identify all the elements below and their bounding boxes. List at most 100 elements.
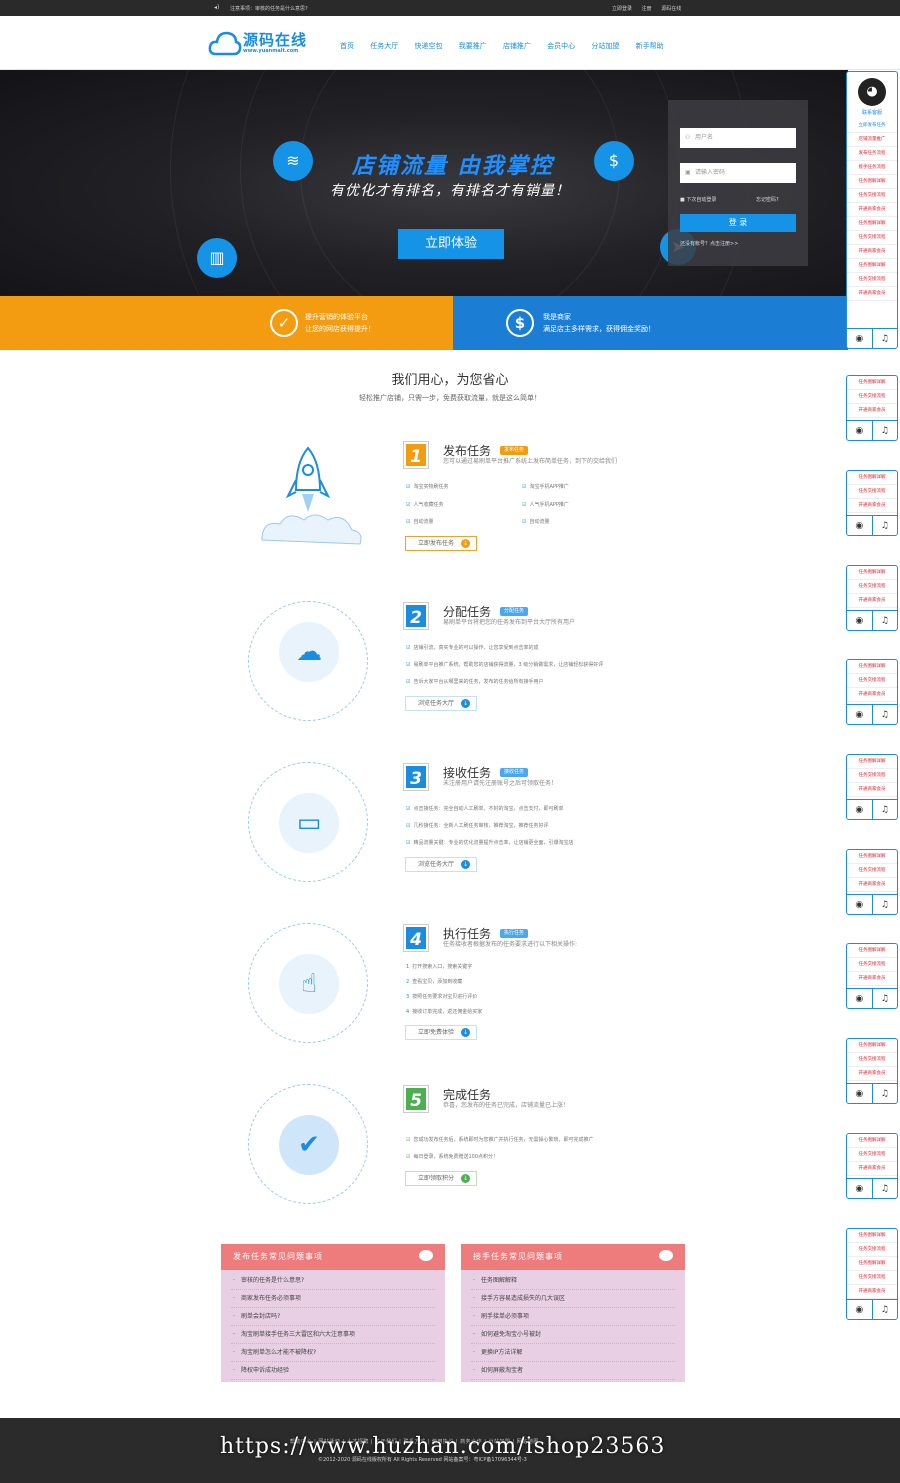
nav-home[interactable]: 首页: [340, 42, 354, 50]
weibo-icon[interactable]: ◉: [847, 611, 873, 630]
qq-penguin-icon[interactable]: ◕: [858, 78, 886, 106]
register-link[interactable]: 注册: [642, 6, 652, 12]
side-link[interactable]: 任务交接流程: [847, 958, 897, 972]
free-trial-button[interactable]: 立即免费体验 ↓: [405, 1025, 478, 1040]
side-link[interactable]: 任务图解详解: [847, 376, 897, 390]
side-link[interactable]: 开通商家会员: [847, 878, 897, 892]
side-link[interactable]: 立即发布任务: [847, 119, 897, 133]
site-link[interactable]: 源码在线: [661, 6, 681, 12]
side-link[interactable]: 接手任务流程: [847, 161, 897, 175]
forgot-password-link[interactable]: 忘记密码?: [756, 196, 779, 203]
bell-icon[interactable]: ♫: [873, 800, 898, 819]
faq-item[interactable]: 如何屏蔽淘宝者: [471, 1362, 675, 1380]
side-link[interactable]: 开通商家会员: [847, 404, 897, 418]
side-link[interactable]: 任务图解详解: [847, 755, 897, 769]
nav-task-hall[interactable]: 任务大厅: [370, 42, 398, 50]
bell-icon[interactable]: ♫: [873, 989, 898, 1008]
weibo-icon[interactable]: ◉: [847, 421, 873, 440]
side-link[interactable]: 任务图解详解: [847, 471, 897, 485]
side-link[interactable]: 开通商家会员: [847, 783, 897, 797]
side-link[interactable]: 开通商家会员: [847, 1067, 897, 1081]
side-link[interactable]: 任务图解详解: [847, 1039, 897, 1053]
side-link[interactable]: 任务图解详解: [847, 259, 897, 273]
side-link[interactable]: 发布任务流程: [847, 147, 897, 161]
nav-member[interactable]: 会员中心: [547, 42, 575, 50]
faq-item[interactable]: 淘宝刷单怎么才能不被降权?: [231, 1344, 435, 1362]
username-input[interactable]: ⚇ 用户名: [680, 128, 796, 148]
faq-item[interactable]: 如何避免淘宝小号被封: [471, 1326, 675, 1344]
side-link[interactable]: 任务交接流程: [847, 580, 897, 594]
side-link[interactable]: 任务图解详解: [847, 175, 897, 189]
seller-strip[interactable]: $ 我是商家 满足店主多样需求，获得佣金奖励！: [453, 296, 848, 350]
weibo-icon[interactable]: ◉: [847, 1300, 873, 1319]
logo[interactable]: 源码在线 www.yuanmalt.com: [208, 28, 318, 60]
bell-icon[interactable]: ♫: [873, 1300, 898, 1319]
faq-item[interactable]: 淘宝刷单接手任务三大雷区和六大注意事项: [231, 1326, 435, 1344]
service-label[interactable]: 联系客服: [847, 109, 897, 116]
faq-item[interactable]: 任务图解解释: [471, 1272, 675, 1290]
bell-icon[interactable]: ♫: [873, 1179, 898, 1198]
side-link[interactable]: 任务交接流程: [847, 769, 897, 783]
side-link[interactable]: 开通商家会员: [847, 245, 897, 259]
side-link[interactable]: 任务交接流程: [847, 1271, 897, 1285]
weibo-icon[interactable]: ◉: [847, 1179, 873, 1198]
weibo-icon[interactable]: ◉: [847, 800, 873, 819]
side-link[interactable]: 任务图解详解: [847, 660, 897, 674]
top-notice[interactable]: 注意事项：审核的任务是什么意思?: [230, 5, 308, 12]
side-link[interactable]: 任务图解详解: [847, 566, 897, 580]
browse-task-hall-button[interactable]: 浏览任务大厅 ↓: [405, 857, 478, 872]
login-link[interactable]: 立即登录: [612, 6, 632, 12]
claim-points-button[interactable]: 立即领取积分 ↓: [405, 1171, 478, 1186]
side-link[interactable]: 任务交接流程: [847, 189, 897, 203]
merchant-strip[interactable]: ✓ 提升营销的体验平台 让您的网店获得提升！: [0, 296, 453, 350]
side-link[interactable]: 任务图解详解: [847, 850, 897, 864]
nav-franchise[interactable]: 分站加盟: [591, 42, 619, 50]
faq-item[interactable]: 刷手接单必须事项: [471, 1308, 675, 1326]
weibo-icon[interactable]: ◉: [847, 1084, 873, 1103]
side-link[interactable]: 任务图解详解: [847, 944, 897, 958]
side-link[interactable]: 开通商家会员: [847, 1285, 897, 1299]
browse-task-hall-button[interactable]: 浏览任务大厅 ↓: [405, 696, 478, 711]
bell-icon[interactable]: ♫: [873, 1084, 898, 1103]
bell-icon[interactable]: ♫: [873, 329, 898, 348]
side-link[interactable]: 开通商家会员: [847, 287, 897, 301]
nav-promote[interactable]: 我要推广: [459, 42, 487, 50]
weibo-icon[interactable]: ◉: [847, 705, 873, 724]
side-link[interactable]: 任务图解详解: [847, 1134, 897, 1148]
nav-help[interactable]: 新手帮助: [636, 42, 664, 50]
faq-item[interactable]: 刷单会封店吗?: [231, 1308, 435, 1326]
faq-item[interactable]: 审核的任务是什么意思?: [231, 1272, 435, 1290]
side-link[interactable]: 任务交接流程: [847, 485, 897, 499]
password-input[interactable]: ▣ 请输入密码: [680, 163, 796, 183]
side-link[interactable]: 开通商家会员: [847, 594, 897, 608]
login-button[interactable]: 登 录: [680, 214, 796, 232]
weibo-icon[interactable]: ◉: [847, 989, 873, 1008]
register-link[interactable]: 还没有帐号？点击注册>>: [680, 240, 738, 247]
bell-icon[interactable]: ♫: [873, 895, 898, 914]
side-link[interactable]: 开通商家会员: [847, 499, 897, 513]
weibo-icon[interactable]: ◉: [847, 516, 873, 535]
side-link[interactable]: 任务交接流程: [847, 273, 897, 287]
weibo-icon[interactable]: ◉: [847, 895, 873, 914]
publish-task-button[interactable]: 立即发布任务 ↓: [405, 536, 478, 551]
side-link[interactable]: 任务交接流程: [847, 390, 897, 404]
faq-item[interactable]: 更换IP方法详解: [471, 1344, 675, 1362]
side-link[interactable]: 开通商家会员: [847, 203, 897, 217]
side-link[interactable]: 任务图解详解: [847, 1257, 897, 1271]
bell-icon[interactable]: ♫: [873, 705, 898, 724]
bell-icon[interactable]: ♫: [873, 421, 898, 440]
bell-icon[interactable]: ♫: [873, 611, 898, 630]
bell-icon[interactable]: ♫: [873, 516, 898, 535]
faq-item[interactable]: 降权申诉成功经验: [231, 1362, 435, 1380]
side-link[interactable]: 开通商家会员: [847, 972, 897, 986]
side-link[interactable]: 任务图解详解: [847, 217, 897, 231]
nav-express[interactable]: 快递空包: [414, 42, 442, 50]
side-link[interactable]: 店铺流量推广: [847, 133, 897, 147]
side-link[interactable]: 任务交接流程: [847, 864, 897, 878]
remember-checkbox[interactable]: ■ 下次自动登录: [680, 196, 716, 203]
faq-item[interactable]: 商家发布任务必须事项: [231, 1290, 435, 1308]
side-link[interactable]: 任务交接流程: [847, 231, 897, 245]
weibo-icon[interactable]: ◉: [847, 329, 873, 348]
side-link[interactable]: 任务图解详解: [847, 1229, 897, 1243]
nav-shop-promote[interactable]: 店铺推广: [503, 42, 531, 50]
